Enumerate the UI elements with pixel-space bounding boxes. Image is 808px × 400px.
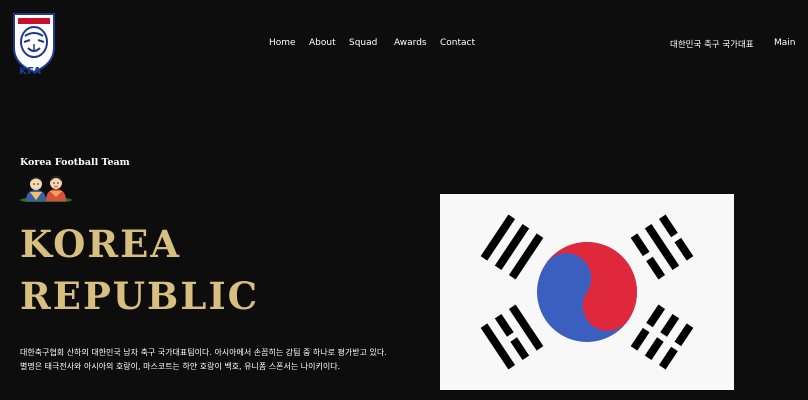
nav-awards-link[interactable]: Awards bbox=[394, 38, 427, 48]
hero-eyebrow: Korea Football Team bbox=[20, 157, 130, 168]
nav-squad-link[interactable]: Squad bbox=[349, 38, 377, 48]
nav-team-link[interactable]: 대한민국 축구 국가대표 bbox=[670, 38, 754, 50]
nav-about-link[interactable]: About bbox=[309, 38, 336, 48]
south-korea-flag-image bbox=[440, 194, 734, 390]
hero-description: 대한축구협회 산하의 대한민국 남자 축구 국가대표팀이다. 아시아에서 손꼽히… bbox=[20, 348, 387, 371]
mascot-characters-icon bbox=[20, 176, 72, 202]
nav-main-link[interactable]: Main bbox=[774, 38, 796, 48]
hero-title-line2: REPUBLIC bbox=[20, 274, 260, 318]
hero-title: KOREA REPUBLIC bbox=[20, 218, 259, 322]
nav-home-link[interactable]: Home bbox=[269, 38, 296, 48]
nav-contact-link[interactable]: Contact bbox=[440, 38, 475, 48]
main-nav: Home About Squad Awards Contact 대한민국 축구 … bbox=[0, 38, 808, 52]
page: KFA Home About Squad Awards Contact 대한민국… bbox=[0, 0, 808, 400]
hero-title-line1: KOREA bbox=[20, 222, 182, 266]
logo-text: KFA bbox=[19, 66, 42, 77]
